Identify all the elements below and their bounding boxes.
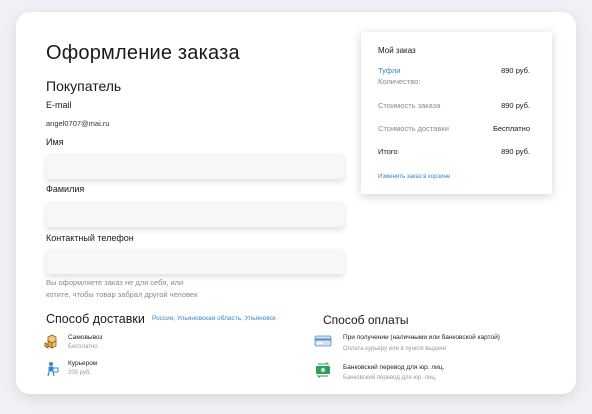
card-icon bbox=[314, 335, 332, 347]
on-delivery-subtitle: Оплата курьеру или в пункте выдачи bbox=[343, 346, 447, 352]
courier-title: Курьером bbox=[68, 360, 98, 367]
bank-transfer-icon bbox=[316, 362, 330, 378]
email-value[interactable]: angel0707@mai.ru bbox=[46, 119, 110, 128]
payment-option-bank-transfer[interactable]: Банковский перевод для юр. лиц. Банковск… bbox=[314, 361, 514, 383]
pickup-price: Бесплатно bbox=[68, 344, 98, 350]
on-delivery-title: При получении (наличными или банковской … bbox=[343, 334, 500, 341]
item-name-link[interactable]: Туфли bbox=[378, 66, 400, 75]
total-value: 890 руб. bbox=[501, 147, 530, 156]
bank-transfer-title: Банковский перевод для юр. лиц. bbox=[343, 364, 445, 371]
quantity-label: Количество: bbox=[378, 77, 421, 86]
order-cost-value: 890 руб. bbox=[501, 101, 530, 110]
edit-order-link[interactable]: Изменить заказ в корзине bbox=[378, 174, 450, 180]
page-title: Оформление заказа bbox=[46, 42, 240, 64]
order-cost-label: Стоимость заказа bbox=[378, 101, 441, 110]
payment-option-on-delivery[interactable]: При получении (наличными или банковской … bbox=[314, 332, 514, 354]
payment-heading: Способ оплаты bbox=[323, 313, 409, 327]
summary-heading: Мой заказ bbox=[378, 46, 416, 55]
total-label: Итого bbox=[378, 147, 398, 156]
delivery-option-courier[interactable]: Курьером 200 руб. bbox=[44, 359, 174, 379]
courier-icon bbox=[47, 362, 59, 377]
order-summary-panel: Мой заказ Туфли 890 руб. Количество: Сто… bbox=[361, 32, 552, 194]
email-label: E-mail bbox=[46, 100, 72, 110]
surname-label: Фамилия bbox=[46, 184, 85, 194]
buyer-heading: Покупатель bbox=[46, 78, 122, 94]
name-label: Имя bbox=[46, 137, 64, 147]
other-recipient-note[interactable]: Вы оформляете заказ не для себя, или кот… bbox=[46, 277, 197, 301]
surname-field[interactable] bbox=[46, 202, 344, 227]
pickup-title: Самовывоз bbox=[68, 334, 103, 341]
note-line-1: Вы оформляете заказ не для себя, или bbox=[46, 278, 184, 287]
delivery-cost-value: Бесплатно bbox=[492, 124, 530, 133]
bank-transfer-subtitle: Банковский перевод для юр. лиц. bbox=[343, 375, 437, 381]
phone-field[interactable] bbox=[46, 249, 344, 274]
delivery-heading: Способ доставки bbox=[46, 312, 145, 326]
name-field[interactable] bbox=[46, 154, 344, 179]
courier-price: 200 руб. bbox=[68, 370, 92, 376]
boxes-icon bbox=[44, 334, 57, 349]
delivery-location-link[interactable]: Россия, Ульяновская область, Ульяновск bbox=[152, 315, 276, 322]
phone-label: Контактный телефон bbox=[46, 233, 134, 243]
note-line-2: котите, чтобы товар забрал другой челове… bbox=[46, 290, 198, 299]
delivery-cost-label: Стоимость доставки bbox=[378, 124, 449, 133]
delivery-option-pickup[interactable]: Самовывоз Бесплатно bbox=[44, 333, 174, 353]
item-price: 890 руб. bbox=[501, 66, 530, 75]
